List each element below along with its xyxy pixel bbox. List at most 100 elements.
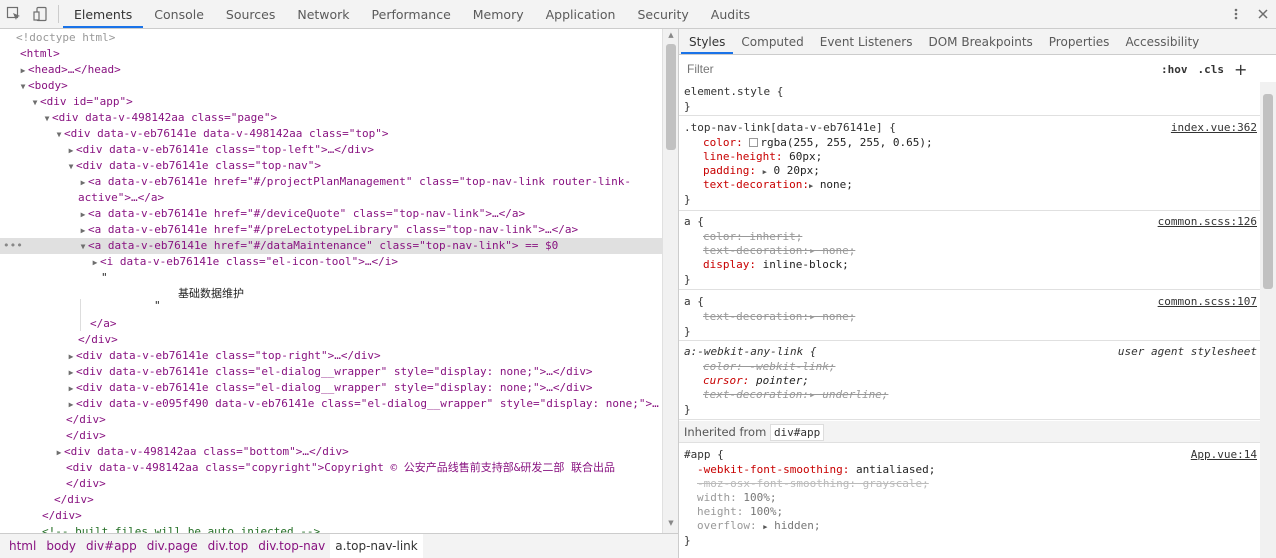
rule-selector[interactable]: a { [684, 295, 704, 309]
tab-dom-breakpoints[interactable]: DOM Breakpoints [920, 29, 1040, 54]
expand-arrow-icon[interactable]: ▶ [18, 63, 28, 79]
styles-scrollbar[interactable] [1260, 82, 1276, 558]
prop-moz-font-smoothing-invalid[interactable]: -moz-osx-font-smoothing: grayscale; [697, 477, 929, 491]
collapse-arrow-icon[interactable]: ▼ [42, 111, 52, 127]
tab-accessibility[interactable]: Accessibility [1117, 29, 1207, 54]
expand-arrow-icon[interactable]: ▶ [66, 381, 76, 397]
expand-arrow-icon[interactable]: ▶ [809, 182, 813, 190]
prop-height[interactable]: height: 100%; [697, 505, 783, 519]
expand-arrow-icon[interactable]: ▶ [78, 207, 88, 223]
dom-close-a[interactable]: </a> [90, 316, 117, 332]
tab-memory[interactable]: Memory [462, 0, 535, 28]
dom-dialog-wrapper-2[interactable]: ▶ <div data-v-eb76141e class="el-dialog__… [66, 380, 593, 396]
rule-source-link[interactable]: App.vue:14 [1191, 448, 1257, 462]
dom-nav-link-device[interactable]: ▶ <a data-v-eb76141e href="#/deviceQuote"… [78, 206, 526, 223]
expand-arrow-icon[interactable]: ▶ [763, 523, 767, 531]
dom-icon-tool-node[interactable]: ▶ <i data-v-eb76141e class="el-icon-tool"… [90, 254, 398, 270]
expand-arrow-icon[interactable]: ▶ [66, 397, 76, 413]
prop-cursor[interactable]: cursor: pointer; [703, 374, 809, 388]
expand-arrow-icon[interactable]: ▶ [78, 223, 88, 239]
crumb-body[interactable]: body [41, 534, 81, 558]
expand-arrow-icon[interactable]: ▶ [78, 175, 88, 191]
rule-source-link[interactable]: common.scss:126 [1158, 215, 1257, 229]
prop-webkit-font-smoothing[interactable]: -webkit-font-smoothing: antialiased; [697, 463, 935, 477]
expand-arrow-icon[interactable]: ▶ [66, 143, 76, 159]
dom-body-node[interactable]: ▼ <body> [18, 78, 68, 94]
tab-event-listeners[interactable]: Event Listeners [812, 29, 921, 54]
dom-bottom-node[interactable]: ▶ <div data-v-498142aa class="bottom">…</… [54, 444, 349, 460]
scrollbar-thumb[interactable] [666, 44, 676, 150]
prop-display[interactable]: display: inline-block; [703, 258, 849, 272]
dom-text-node[interactable]: 基础数据维护 [178, 286, 244, 302]
dom-page-node[interactable]: ▼ <div data-v-498142aa class="page"> [42, 110, 278, 127]
dom-close-div[interactable]: </div> [54, 492, 94, 508]
dom-app-node[interactable]: ▼ <div id="app"> [30, 94, 133, 110]
rule-selector[interactable]: a:-webkit-any-link { [684, 345, 816, 359]
rule-selector[interactable]: .top-nav-link[data-v-eb76141e] { [684, 121, 896, 135]
prop-text-decoration-overridden[interactable]: text-decoration:▸ underline; [703, 388, 888, 402]
dom-nav-link-project[interactable]: ▶ <a data-v-eb76141e href="#/projectPlanM… [78, 174, 631, 190]
tab-console[interactable]: Console [143, 0, 215, 28]
prop-text-decoration[interactable]: text-decoration:▶ none; [703, 178, 853, 192]
collapse-arrow-icon[interactable]: ▼ [66, 159, 76, 175]
dom-top-nav-node[interactable]: ▼ <div data-v-eb76141e class="top-nav"> [66, 158, 321, 174]
cls-toggle-button[interactable]: .cls [1198, 63, 1225, 76]
dom-top-right-node[interactable]: ▶ <div data-v-eb76141e class="top-right">… [66, 348, 381, 364]
crumb-a-top-nav-link[interactable]: a.top-nav-link [330, 534, 423, 558]
crumb-div-top[interactable]: div.top [203, 534, 254, 558]
dom-head-node[interactable]: ▶ <head>…</head> [18, 62, 121, 78]
tab-elements[interactable]: Elements [63, 0, 144, 28]
dom-html-node[interactable]: <html> [20, 46, 60, 62]
prop-text-decoration-overridden[interactable]: text-decoration:▸ none; [703, 310, 855, 324]
dom-text-quote-close[interactable]: " [154, 298, 161, 314]
tab-properties[interactable]: Properties [1041, 29, 1118, 54]
dom-dialog-wrapper-1[interactable]: ▶ <div data-v-eb76141e class="el-dialog__… [66, 364, 593, 380]
tab-performance[interactable]: Performance [361, 0, 462, 28]
rule-selector[interactable]: a { [684, 215, 704, 229]
tab-sources[interactable]: Sources [215, 0, 286, 28]
dom-nav-link-library[interactable]: ▶ <a data-v-eb76141e href="#/preLectotype… [78, 222, 579, 239]
scroll-up-arrow-icon[interactable]: ▲ [666, 31, 676, 41]
expand-arrow-icon[interactable]: ▶ [763, 168, 767, 176]
dom-close-div[interactable]: </div> [42, 508, 82, 524]
expand-arrow-icon[interactable]: ▶ [66, 365, 76, 381]
rule-source-link[interactable]: common.scss:107 [1158, 295, 1257, 309]
crumb-html[interactable]: html [4, 534, 41, 558]
prop-padding[interactable]: padding: ▶ 0 20px; [703, 164, 820, 178]
crumb-div-page[interactable]: div.page [142, 534, 203, 558]
dom-close-div[interactable]: </div> [66, 476, 106, 492]
ellipsis-icon[interactable]: ••• [3, 238, 23, 254]
dom-nav-link-data-selected[interactable]: ••• ▼ <a data-v-eb76141e href="#/dataMain… [0, 238, 662, 254]
dom-copyright-node[interactable]: <div data-v-498142aa class="copyright">C… [66, 460, 615, 476]
more-icon[interactable] [1222, 0, 1249, 28]
dom-top-left-node[interactable]: ▶ <div data-v-eb76141e class="top-left">…… [66, 142, 374, 158]
collapse-arrow-icon[interactable]: ▼ [78, 239, 88, 255]
styles-filter-input[interactable] [683, 58, 1151, 80]
rule-selector[interactable]: element.style { [684, 85, 783, 99]
inherited-node-link[interactable]: div#app [769, 424, 825, 441]
dom-nav-link-project-cont[interactable]: active">…</a> [78, 190, 164, 206]
tab-application[interactable]: Application [535, 0, 627, 28]
collapse-arrow-icon[interactable]: ▼ [18, 79, 28, 95]
prop-color-overridden[interactable]: color: -webkit-link; [703, 360, 835, 374]
scrollbar-thumb[interactable] [1263, 94, 1273, 289]
dom-dialog-wrapper-3[interactable]: ▶ <div data-v-e095f490 data-v-eb76141e cl… [66, 396, 659, 412]
tab-computed[interactable]: Computed [733, 29, 811, 54]
prop-color-overridden[interactable]: color: inherit; [703, 230, 802, 244]
rule-source-link[interactable]: index.vue:362 [1171, 121, 1257, 135]
dom-close-div[interactable]: </div> [78, 332, 118, 348]
scroll-down-arrow-icon[interactable]: ▼ [666, 519, 676, 529]
crumb-div-app[interactable]: div#app [81, 534, 142, 558]
expand-arrow-icon[interactable]: ▶ [66, 349, 76, 365]
hov-toggle-button[interactable]: :hov [1161, 63, 1188, 76]
elements-scrollbar[interactable]: ▲ ▼ [662, 29, 678, 533]
tab-styles[interactable]: Styles [681, 29, 734, 54]
prop-color[interactable]: color: rgba(255, 255, 255, 0.65); [703, 136, 933, 150]
tab-security[interactable]: Security [626, 0, 699, 28]
dom-doctype[interactable]: <!doctype html> [16, 30, 115, 46]
new-rule-button[interactable]: + [1234, 60, 1247, 79]
expand-arrow-icon[interactable]: ▶ [54, 445, 64, 461]
collapse-arrow-icon[interactable]: ▼ [30, 95, 40, 111]
tab-audits[interactable]: Audits [700, 0, 761, 28]
crumb-div-top-nav[interactable]: div.top-nav [253, 534, 330, 558]
